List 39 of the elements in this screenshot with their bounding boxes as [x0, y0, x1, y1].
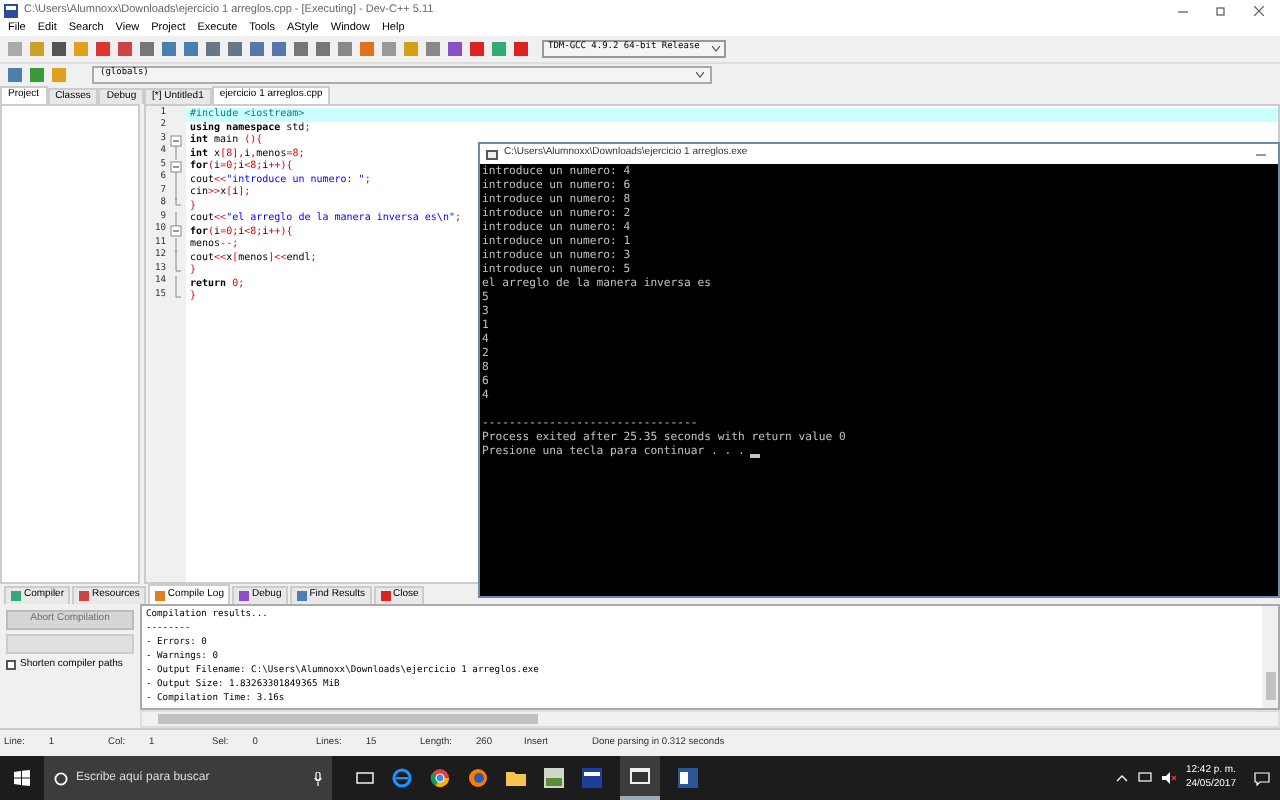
- tab-icon: [379, 590, 392, 602]
- tab-icon: [295, 590, 308, 602]
- circle-browser-icon[interactable]: [430, 768, 450, 788]
- scrollbar-thumb[interactable]: [1265, 672, 1275, 700]
- word-document-icon[interactable]: [678, 768, 698, 788]
- scrollbar-thumb[interactable]: [158, 714, 538, 724]
- fold-toggle-icon[interactable]: [168, 133, 184, 148]
- tab-icon: [78, 590, 91, 602]
- minimize-icon[interactable]: [1256, 151, 1266, 157]
- fold-toggle-icon[interactable]: [168, 159, 184, 174]
- console-taskbar-button[interactable]: [620, 756, 660, 800]
- chevron-up-icon[interactable]: [1115, 774, 1128, 782]
- minimize-icon[interactable]: [1178, 5, 1188, 15]
- maximize-icon[interactable]: [1216, 5, 1226, 15]
- app-window-icon[interactable]: [582, 768, 602, 788]
- task-view-icon[interactable]: [356, 772, 374, 784]
- notification-icon[interactable]: [1254, 771, 1270, 785]
- console-app-icon: [486, 149, 498, 159]
- horizontal-scrollbar[interactable]: [140, 710, 1280, 728]
- tab-icon: [10, 590, 22, 602]
- network-icon[interactable]: [1137, 772, 1152, 784]
- dropdown-caret-icon: [712, 46, 720, 52]
- browser-e-icon[interactable]: [392, 768, 412, 788]
- tab-icon: [238, 590, 250, 602]
- fox-browser-icon[interactable]: [468, 768, 488, 788]
- close-icon[interactable]: [1254, 5, 1264, 15]
- windows-start-icon[interactable]: [14, 770, 30, 786]
- dropdown-caret-icon: [696, 72, 704, 78]
- folder-icon[interactable]: [506, 770, 526, 786]
- search-icon: [54, 771, 68, 785]
- cursor: [750, 454, 761, 458]
- volume-muted-icon[interactable]: [1161, 772, 1176, 784]
- microphone-icon[interactable]: [314, 771, 322, 785]
- window-app-icon[interactable]: [544, 768, 564, 788]
- fold-toggle-icon[interactable]: [168, 224, 184, 239]
- console-window-icon: [630, 768, 650, 784]
- checkbox[interactable]: [6, 660, 16, 671]
- vertical-scrollbar[interactable]: [1262, 606, 1278, 708]
- tab-icon: [153, 589, 166, 601]
